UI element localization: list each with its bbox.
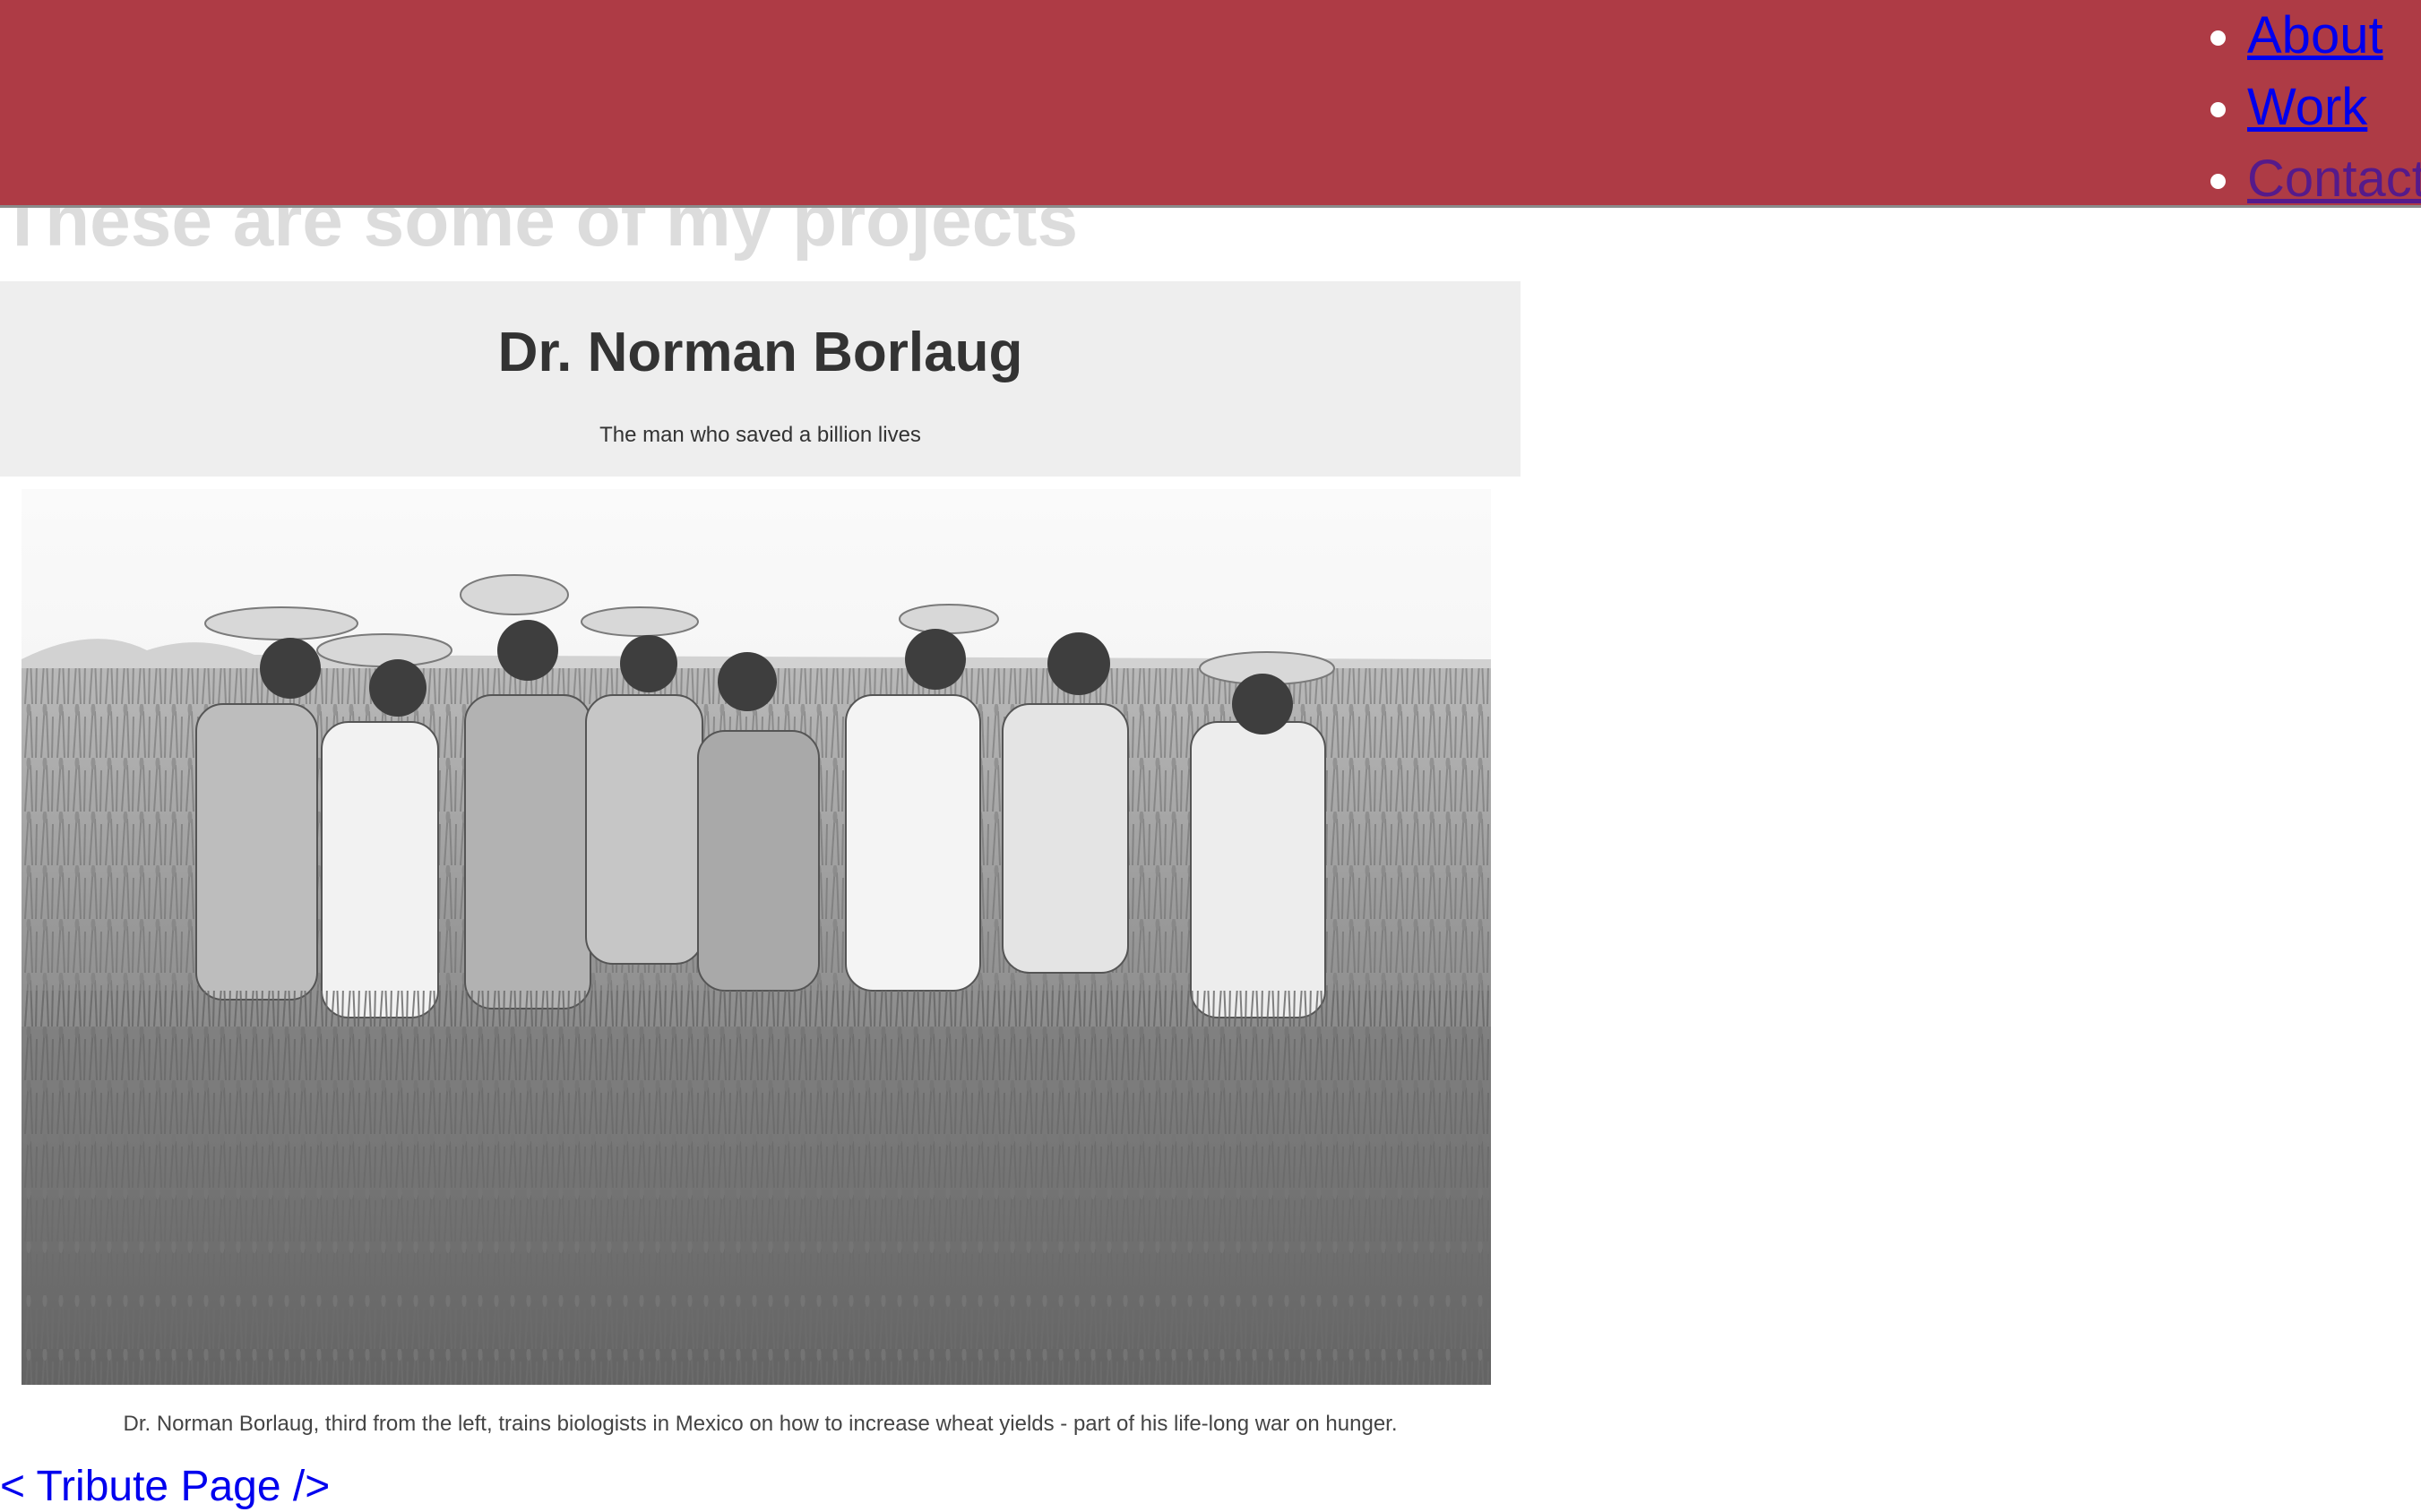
top-navigation: About Work Contact [0, 0, 2421, 208]
nav-item-about: About [2247, 0, 2421, 72]
photo-caption: Dr. Norman Borlaug, third from the left,… [123, 1412, 1398, 1436]
nav-link-contact[interactable]: Contact [2247, 150, 2421, 208]
tile-subtitle: The man who saved a billion lives [599, 423, 921, 447]
nav-link-work[interactable]: Work [2247, 78, 2367, 136]
project-photo [22, 489, 1491, 1385]
wheat-field-photo [22, 489, 1491, 1385]
nav-list: About Work Contact [2170, 0, 2421, 215]
nav-item-work: Work [2247, 72, 2421, 143]
tile-title: Dr. Norman Borlaug [497, 322, 1023, 383]
nav-item-contact: Contact [2247, 143, 2421, 215]
tile-header: Dr. Norman Borlaug The man who saved a b… [0, 281, 1521, 477]
project-tile[interactable]: Dr. Norman Borlaug The man who saved a b… [0, 281, 1521, 1446]
nav-link-about[interactable]: About [2247, 6, 2383, 64]
